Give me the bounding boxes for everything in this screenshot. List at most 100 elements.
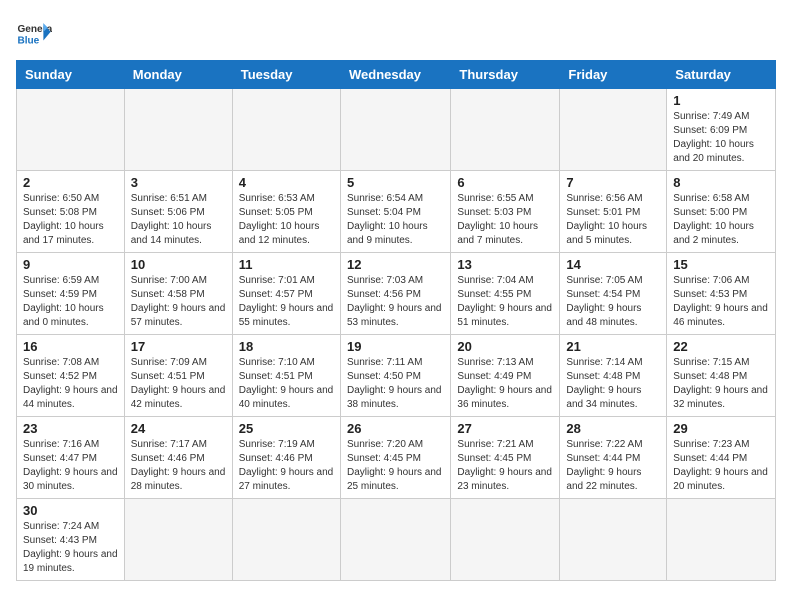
day-number: 1 — [673, 93, 769, 108]
calendar-cell: 12 Sunrise: 7:03 AM Sunset: 4:56 PM Dayli… — [340, 253, 450, 335]
day-number: 29 — [673, 421, 769, 436]
calendar-cell: 10Sunrise: 7:00 AM Sunset: 4:58 PM Dayli… — [124, 253, 232, 335]
day-info: Sunrise: 7:03 AM Sunset: 4:56 PM Dayligh… — [347, 274, 444, 330]
day-info: Sunrise: 7:04 AM Sunset: 4:55 PM Dayligh… — [457, 274, 553, 330]
calendar-cell: 29 Sunrise: 7:23 AM Sunset: 4:44 PM Dayli… — [667, 417, 776, 499]
week-row-3: 16 Sunrise: 7:08 AM Sunset: 4:52 PM Dayli… — [17, 335, 776, 417]
day-info: Sunrise: 7:14 AM Sunset: 4:48 PM Dayligh… — [566, 356, 660, 412]
day-number: 15 — [673, 257, 769, 272]
calendar-cell: 25Sunrise: 7:19 AM Sunset: 4:46 PM Dayli… — [232, 417, 340, 499]
calendar-cell: 15 Sunrise: 7:06 AM Sunset: 4:53 PM Dayli… — [667, 253, 776, 335]
day-info: Sunrise: 7:24 AM Sunset: 4:43 PM Dayligh… — [23, 520, 118, 576]
day-info: Sunrise: 6:56 AM Sunset: 5:01 PM Dayligh… — [566, 192, 660, 248]
day-info: Sunrise: 7:08 AM Sunset: 4:52 PM Dayligh… — [23, 356, 118, 412]
weekday-header-sunday: Sunday — [17, 61, 125, 89]
day-number: 14 — [566, 257, 660, 272]
day-number: 11 — [239, 257, 334, 272]
week-row-1: 2 Sunrise: 6:50 AM Sunset: 5:08 PM Daylig… — [17, 171, 776, 253]
calendar-cell: 13Sunrise: 7:04 AM Sunset: 4:55 PM Dayli… — [451, 253, 560, 335]
calendar-cell: 21Sunrise: 7:14 AM Sunset: 4:48 PM Dayli… — [560, 335, 667, 417]
day-info: Sunrise: 7:20 AM Sunset: 4:45 PM Dayligh… — [347, 438, 444, 494]
weekday-header-tuesday: Tuesday — [232, 61, 340, 89]
day-info: Sunrise: 7:01 AM Sunset: 4:57 PM Dayligh… — [239, 274, 334, 330]
weekday-header-wednesday: Wednesday — [340, 61, 450, 89]
calendar-cell: 8 Sunrise: 6:58 AM Sunset: 5:00 PM Daylig… — [667, 171, 776, 253]
day-info: Sunrise: 6:54 AM Sunset: 5:04 PM Dayligh… — [347, 192, 444, 248]
day-info: Sunrise: 6:58 AM Sunset: 5:00 PM Dayligh… — [673, 192, 769, 248]
weekday-header-saturday: Saturday — [667, 61, 776, 89]
day-info: Sunrise: 6:53 AM Sunset: 5:05 PM Dayligh… — [239, 192, 334, 248]
day-info: Sunrise: 6:55 AM Sunset: 5:03 PM Dayligh… — [457, 192, 553, 248]
day-number: 16 — [23, 339, 118, 354]
calendar-cell: 1 Sunrise: 7:49 AM Sunset: 6:09 PM Daylig… — [667, 89, 776, 171]
calendar-cell — [124, 499, 232, 581]
day-info: Sunrise: 7:23 AM Sunset: 4:44 PM Dayligh… — [673, 438, 769, 494]
calendar-cell: 4 Sunrise: 6:53 AM Sunset: 5:05 PM Daylig… — [232, 171, 340, 253]
day-number: 30 — [23, 503, 118, 518]
calendar-cell: 28 Sunrise: 7:22 AM Sunset: 4:44 PM Dayli… — [560, 417, 667, 499]
day-number: 5 — [347, 175, 444, 190]
week-row-4: 23Sunrise: 7:16 AM Sunset: 4:47 PM Dayli… — [17, 417, 776, 499]
week-row-5: 30 Sunrise: 7:24 AM Sunset: 4:43 PM Dayli… — [17, 499, 776, 581]
calendar-cell: 26 Sunrise: 7:20 AM Sunset: 4:45 PM Dayli… — [340, 417, 450, 499]
day-number: 28 — [566, 421, 660, 436]
day-info: Sunrise: 7:19 AM Sunset: 4:46 PM Dayligh… — [239, 438, 334, 494]
calendar-cell — [667, 499, 776, 581]
day-info: Sunrise: 7:09 AM Sunset: 4:51 PM Dayligh… — [131, 356, 226, 412]
day-number: 20 — [457, 339, 553, 354]
day-number: 27 — [457, 421, 553, 436]
day-info: Sunrise: 7:49 AM Sunset: 6:09 PM Dayligh… — [673, 110, 769, 166]
day-number: 19 — [347, 339, 444, 354]
calendar-cell: 9 Sunrise: 6:59 AM Sunset: 4:59 PM Daylig… — [17, 253, 125, 335]
day-number: 17 — [131, 339, 226, 354]
calendar-cell — [17, 89, 125, 171]
calendar-cell — [232, 499, 340, 581]
calendar-cell — [451, 499, 560, 581]
calendar-cell: 14Sunrise: 7:05 AM Sunset: 4:54 PM Dayli… — [560, 253, 667, 335]
calendar-cell: 19 Sunrise: 7:11 AM Sunset: 4:50 PM Dayli… — [340, 335, 450, 417]
day-number: 24 — [131, 421, 226, 436]
svg-text:Blue: Blue — [17, 35, 39, 46]
day-number: 22 — [673, 339, 769, 354]
calendar-cell: 3Sunrise: 6:51 AM Sunset: 5:06 PM Daylig… — [124, 171, 232, 253]
day-info: Sunrise: 7:22 AM Sunset: 4:44 PM Dayligh… — [566, 438, 660, 494]
day-number: 3 — [131, 175, 226, 190]
weekday-header-friday: Friday — [560, 61, 667, 89]
day-info: Sunrise: 7:10 AM Sunset: 4:51 PM Dayligh… — [239, 356, 334, 412]
day-info: Sunrise: 7:15 AM Sunset: 4:48 PM Dayligh… — [673, 356, 769, 412]
day-info: Sunrise: 6:59 AM Sunset: 4:59 PM Dayligh… — [23, 274, 118, 330]
calendar-cell: 7Sunrise: 6:56 AM Sunset: 5:01 PM Daylig… — [560, 171, 667, 253]
calendar-cell: 24Sunrise: 7:17 AM Sunset: 4:46 PM Dayli… — [124, 417, 232, 499]
calendar-cell: 20 Sunrise: 7:13 AM Sunset: 4:49 PM Dayli… — [451, 335, 560, 417]
day-number: 26 — [347, 421, 444, 436]
calendar-cell: 27Sunrise: 7:21 AM Sunset: 4:45 PM Dayli… — [451, 417, 560, 499]
week-row-2: 9 Sunrise: 6:59 AM Sunset: 4:59 PM Daylig… — [17, 253, 776, 335]
day-number: 6 — [457, 175, 553, 190]
calendar-cell: 23Sunrise: 7:16 AM Sunset: 4:47 PM Dayli… — [17, 417, 125, 499]
day-info: Sunrise: 7:06 AM Sunset: 4:53 PM Dayligh… — [673, 274, 769, 330]
day-info: Sunrise: 7:13 AM Sunset: 4:49 PM Dayligh… — [457, 356, 553, 412]
week-row-0: 1 Sunrise: 7:49 AM Sunset: 6:09 PM Daylig… — [17, 89, 776, 171]
calendar-cell: 6 Sunrise: 6:55 AM Sunset: 5:03 PM Daylig… — [451, 171, 560, 253]
day-number: 12 — [347, 257, 444, 272]
weekday-header-row: SundayMondayTuesdayWednesdayThursdayFrid… — [17, 61, 776, 89]
calendar-cell: 18Sunrise: 7:10 AM Sunset: 4:51 PM Dayli… — [232, 335, 340, 417]
day-number: 23 — [23, 421, 118, 436]
day-info: Sunrise: 7:11 AM Sunset: 4:50 PM Dayligh… — [347, 356, 444, 412]
calendar-cell — [340, 89, 450, 171]
calendar-cell — [124, 89, 232, 171]
calendar-cell: 11 Sunrise: 7:01 AM Sunset: 4:57 PM Dayli… — [232, 253, 340, 335]
weekday-header-monday: Monday — [124, 61, 232, 89]
day-number: 10 — [131, 257, 226, 272]
calendar-cell: 2 Sunrise: 6:50 AM Sunset: 5:08 PM Daylig… — [17, 171, 125, 253]
calendar-cell — [340, 499, 450, 581]
day-number: 9 — [23, 257, 118, 272]
day-info: Sunrise: 6:50 AM Sunset: 5:08 PM Dayligh… — [23, 192, 118, 248]
day-number: 2 — [23, 175, 118, 190]
calendar-cell: 30 Sunrise: 7:24 AM Sunset: 4:43 PM Dayli… — [17, 499, 125, 581]
calendar-cell — [451, 89, 560, 171]
day-number: 8 — [673, 175, 769, 190]
calendar-cell — [560, 89, 667, 171]
day-number: 4 — [239, 175, 334, 190]
calendar-cell: 16 Sunrise: 7:08 AM Sunset: 4:52 PM Dayli… — [17, 335, 125, 417]
